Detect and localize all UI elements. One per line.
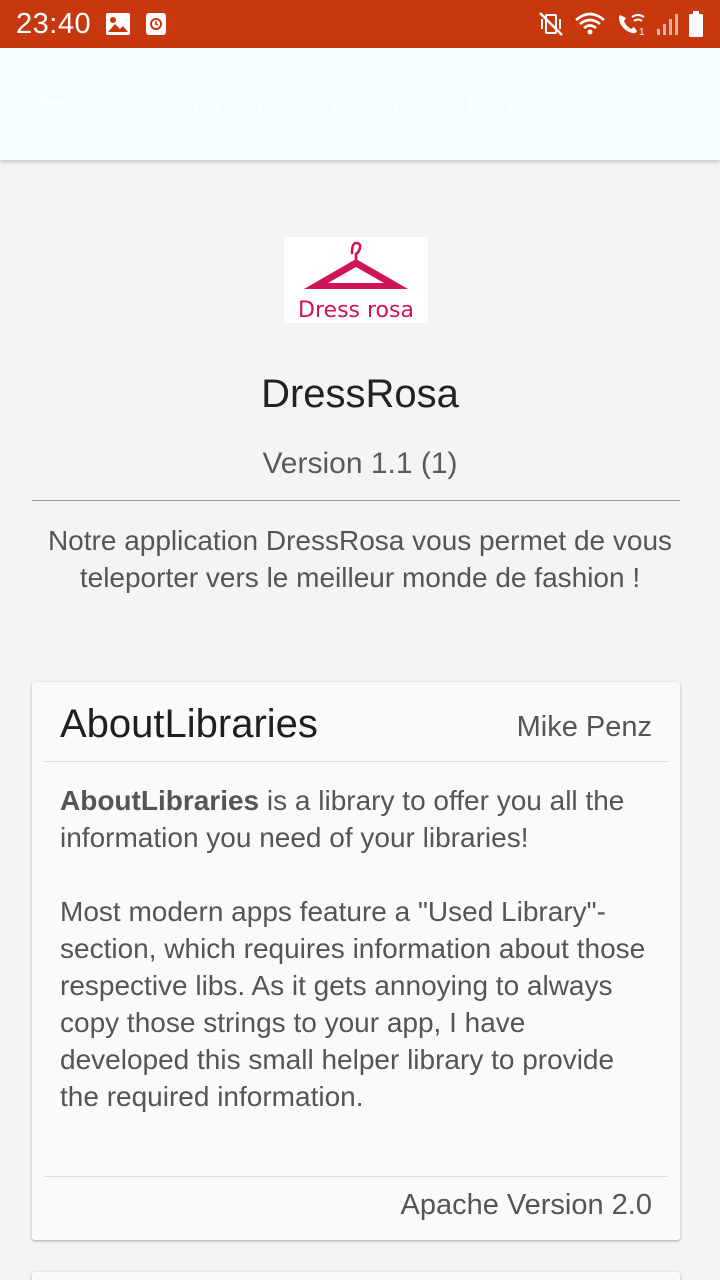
status-right-icons: 1 [538,10,704,38]
app-name: DressRosa [261,372,459,416]
arrow-back-icon [36,86,68,123]
wifi-icon [574,11,606,37]
app-description: Notre application DressRosa vous permet … [47,525,673,593]
library-license[interactable]: Apache Version 2.0 [400,1189,652,1222]
status-left-icons [105,12,167,36]
signal-icon [656,11,678,37]
mute-vibrate-icon [538,11,564,37]
image-icon [105,12,131,36]
about-content[interactable]: Dress rosa DressRosa Version 1.1 (1) Not… [0,160,720,1280]
clock-app-icon [145,12,167,36]
wifi-call-icon: 1 [616,11,646,37]
library-description-intro: AboutLibraries is a library to offer you… [60,782,656,856]
library-card-header: AboutLibraries Mike Penz [44,682,668,762]
app-logo: Dress rosa [284,237,428,323]
library-description-paragraph: Most modern apps feature a "Used Library… [60,896,646,1112]
status-bar: 23:40 1 [0,0,720,48]
library-author[interactable]: Mike Penz [517,711,652,744]
library-card-footer: Apache Version 2.0 [44,1176,668,1240]
app-bar-title: A propos de DressRosa [144,82,556,125]
logo-wordmark: Dress rosa [298,298,414,323]
library-description-bold: AboutLibraries [60,785,260,816]
back-button[interactable] [20,72,84,136]
library-name: AboutLibraries [60,702,318,746]
app-bar: A propos de DressRosa [0,48,720,160]
battery-icon [688,10,704,38]
svg-text:1: 1 [639,27,645,37]
library-card[interactable]: AboutLibraries Mike Penz AboutLibraries … [32,682,680,1240]
next-library-card[interactable] [32,1272,680,1280]
divider [32,500,680,501]
app-version: Version 1.1 (1) [262,447,458,480]
library-description: AboutLibraries is a library to offer you… [60,782,656,1152]
status-time: 23:40 [16,7,92,40]
